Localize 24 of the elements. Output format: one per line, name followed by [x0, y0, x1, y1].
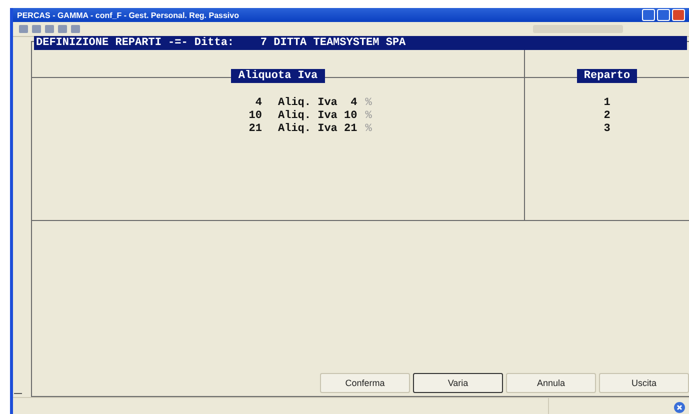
column-header: Aliquota Iva	[231, 69, 325, 83]
action-button[interactable]: Conferma	[320, 373, 410, 393]
minimize-button[interactable]	[642, 9, 655, 21]
percent-sign: %	[365, 110, 372, 122]
table-cell: Aliq. Iva 4	[278, 96, 358, 108]
table-cell-text: 3	[602, 122, 612, 134]
action-button[interactable]: Annula	[506, 373, 596, 393]
table-cell: Aliq. Iva 10	[278, 110, 358, 122]
percent-sign: %	[365, 122, 372, 134]
table-cell-text: 4	[254, 96, 262, 108]
close-button[interactable]	[672, 9, 685, 21]
column-header: Reparto	[576, 69, 638, 83]
table-cell-text: 10	[248, 110, 262, 122]
table-cell: Aliq. Iva 21	[278, 122, 358, 134]
maximize-button[interactable]	[657, 9, 670, 21]
form-title: DEFINIZIONE REPARTI -=- Ditta: 7 DITTA TEAMSYSTEM SPA	[34, 36, 687, 50]
table-cell-text: 2	[602, 110, 612, 122]
table-cell-text: 21	[248, 122, 262, 134]
table-cell-text: 1	[602, 96, 612, 108]
percent-sign: %	[365, 96, 372, 108]
action-button[interactable]: Varia	[413, 373, 503, 393]
action-button[interactable]: Uscita	[599, 373, 689, 393]
close-icon[interactable]	[674, 402, 685, 413]
window-title: PERCAS - GAMMA - conf_F - Gest. Personal. Reg. Passivo	[17, 10, 239, 20]
